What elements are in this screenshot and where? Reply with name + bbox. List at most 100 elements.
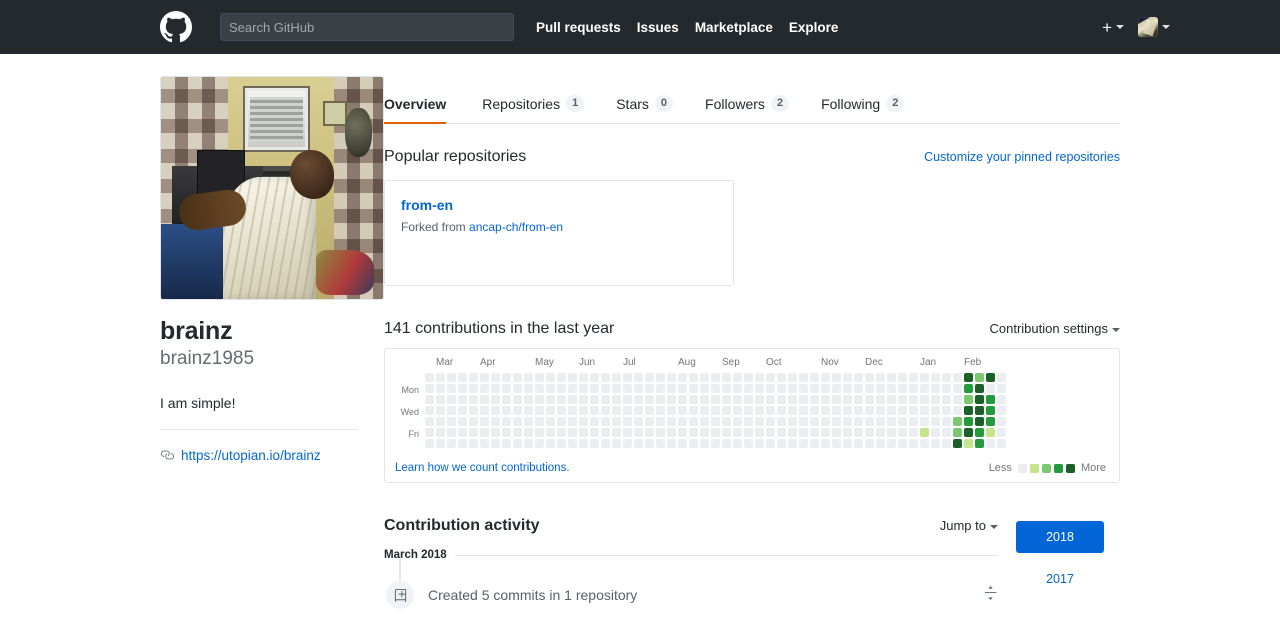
calendar-day-cell[interactable] <box>634 384 643 393</box>
calendar-day-cell[interactable] <box>777 373 786 382</box>
calendar-day-cell[interactable] <box>579 417 588 426</box>
calendar-day-cell[interactable] <box>876 439 885 448</box>
calendar-day-cell[interactable] <box>601 373 610 382</box>
calendar-day-cell[interactable] <box>722 373 731 382</box>
calendar-day-cell[interactable] <box>755 428 764 437</box>
calendar-day-cell[interactable] <box>931 373 940 382</box>
calendar-day-cell[interactable] <box>480 373 489 382</box>
calendar-day-cell[interactable] <box>469 395 478 404</box>
fork-source-link[interactable]: ancap-ch/from-en <box>469 220 563 234</box>
calendar-day-cell[interactable] <box>436 417 445 426</box>
unfold-icon[interactable] <box>984 585 998 605</box>
calendar-day-cell[interactable] <box>865 428 874 437</box>
calendar-day-cell[interactable] <box>623 439 632 448</box>
calendar-day-cell[interactable] <box>557 428 566 437</box>
calendar-day-cell[interactable] <box>502 439 511 448</box>
calendar-day-cell[interactable] <box>546 439 555 448</box>
calendar-day-cell[interactable] <box>711 395 720 404</box>
calendar-day-cell[interactable] <box>810 373 819 382</box>
calendar-day-cell[interactable] <box>854 373 863 382</box>
calendar-day-cell[interactable] <box>436 439 445 448</box>
calendar-day-cell[interactable] <box>821 373 830 382</box>
calendar-day-cell[interactable] <box>755 384 764 393</box>
calendar-day-cell[interactable] <box>876 395 885 404</box>
calendar-day-cell[interactable] <box>590 417 599 426</box>
calendar-day-cell[interactable] <box>612 395 621 404</box>
calendar-day-cell[interactable] <box>546 417 555 426</box>
calendar-day-cell[interactable] <box>777 428 786 437</box>
calendar-day-cell[interactable] <box>986 417 995 426</box>
calendar-day-cell[interactable] <box>854 439 863 448</box>
calendar-day-cell[interactable] <box>711 428 720 437</box>
calendar-day-cell[interactable] <box>579 406 588 415</box>
calendar-day-cell[interactable] <box>799 406 808 415</box>
calendar-day-cell[interactable] <box>821 406 830 415</box>
calendar-day-cell[interactable] <box>832 428 841 437</box>
calendar-day-cell[interactable] <box>931 439 940 448</box>
calendar-day-cell[interactable] <box>568 406 577 415</box>
calendar-day-cell[interactable] <box>986 406 995 415</box>
calendar-day-cell[interactable] <box>667 417 676 426</box>
calendar-day-cell[interactable] <box>579 428 588 437</box>
calendar-day-cell[interactable] <box>634 406 643 415</box>
calendar-day-cell[interactable] <box>755 395 764 404</box>
calendar-day-cell[interactable] <box>700 373 709 382</box>
calendar-day-cell[interactable] <box>744 373 753 382</box>
calendar-day-cell[interactable] <box>480 428 489 437</box>
calendar-day-cell[interactable] <box>634 395 643 404</box>
calendar-day-cell[interactable] <box>634 373 643 382</box>
calendar-day-cell[interactable] <box>480 395 489 404</box>
calendar-day-cell[interactable] <box>557 373 566 382</box>
calendar-day-cell[interactable] <box>942 384 951 393</box>
calendar-day-cell[interactable] <box>447 439 456 448</box>
calendar-day-cell[interactable] <box>656 395 665 404</box>
calendar-day-cell[interactable] <box>711 384 720 393</box>
calendar-day-cell[interactable] <box>733 428 742 437</box>
calendar-day-cell[interactable] <box>623 373 632 382</box>
calendar-day-cell[interactable] <box>546 406 555 415</box>
calendar-day-cell[interactable] <box>546 373 555 382</box>
customize-pinned-link[interactable]: Customize your pinned repositories <box>924 150 1120 164</box>
calendar-day-cell[interactable] <box>975 439 984 448</box>
calendar-day-cell[interactable] <box>887 373 896 382</box>
profile-website-link[interactable]: https://utopian.io/brainz <box>181 448 321 463</box>
calendar-day-cell[interactable] <box>898 439 907 448</box>
calendar-day-cell[interactable] <box>667 406 676 415</box>
calendar-day-cell[interactable] <box>799 395 808 404</box>
calendar-day-cell[interactable] <box>700 406 709 415</box>
calendar-day-cell[interactable] <box>810 406 819 415</box>
calendar-day-cell[interactable] <box>964 428 973 437</box>
calendar-day-cell[interactable] <box>854 417 863 426</box>
calendar-day-cell[interactable] <box>601 395 610 404</box>
calendar-day-cell[interactable] <box>964 439 973 448</box>
calendar-day-cell[interactable] <box>865 439 874 448</box>
calendar-day-cell[interactable] <box>689 395 698 404</box>
calendar-day-cell[interactable] <box>689 417 698 426</box>
calendar-day-cell[interactable] <box>942 439 951 448</box>
calendar-day-cell[interactable] <box>898 395 907 404</box>
calendar-day-cell[interactable] <box>425 428 434 437</box>
calendar-day-cell[interactable] <box>601 384 610 393</box>
calendar-day-cell[interactable] <box>931 417 940 426</box>
calendar-day-cell[interactable] <box>678 406 687 415</box>
calendar-day-cell[interactable] <box>601 428 610 437</box>
calendar-day-cell[interactable] <box>579 439 588 448</box>
tab-stars[interactable]: Stars 0 <box>600 95 689 123</box>
calendar-day-cell[interactable] <box>788 417 797 426</box>
calendar-day-cell[interactable] <box>788 439 797 448</box>
calendar-day-cell[interactable] <box>887 417 896 426</box>
calendar-day-cell[interactable] <box>854 384 863 393</box>
calendar-day-cell[interactable] <box>898 428 907 437</box>
calendar-day-cell[interactable] <box>964 395 973 404</box>
calendar-day-cell[interactable] <box>612 384 621 393</box>
calendar-day-cell[interactable] <box>931 406 940 415</box>
calendar-day-cell[interactable] <box>898 384 907 393</box>
calendar-day-cell[interactable] <box>788 384 797 393</box>
calendar-day-cell[interactable] <box>667 384 676 393</box>
calendar-day-cell[interactable] <box>832 439 841 448</box>
calendar-day-cell[interactable] <box>986 373 995 382</box>
calendar-day-cell[interactable] <box>777 395 786 404</box>
year-button-2017[interactable]: 2017 <box>1016 563 1104 595</box>
calendar-day-cell[interactable] <box>502 373 511 382</box>
calendar-day-cell[interactable] <box>645 406 654 415</box>
